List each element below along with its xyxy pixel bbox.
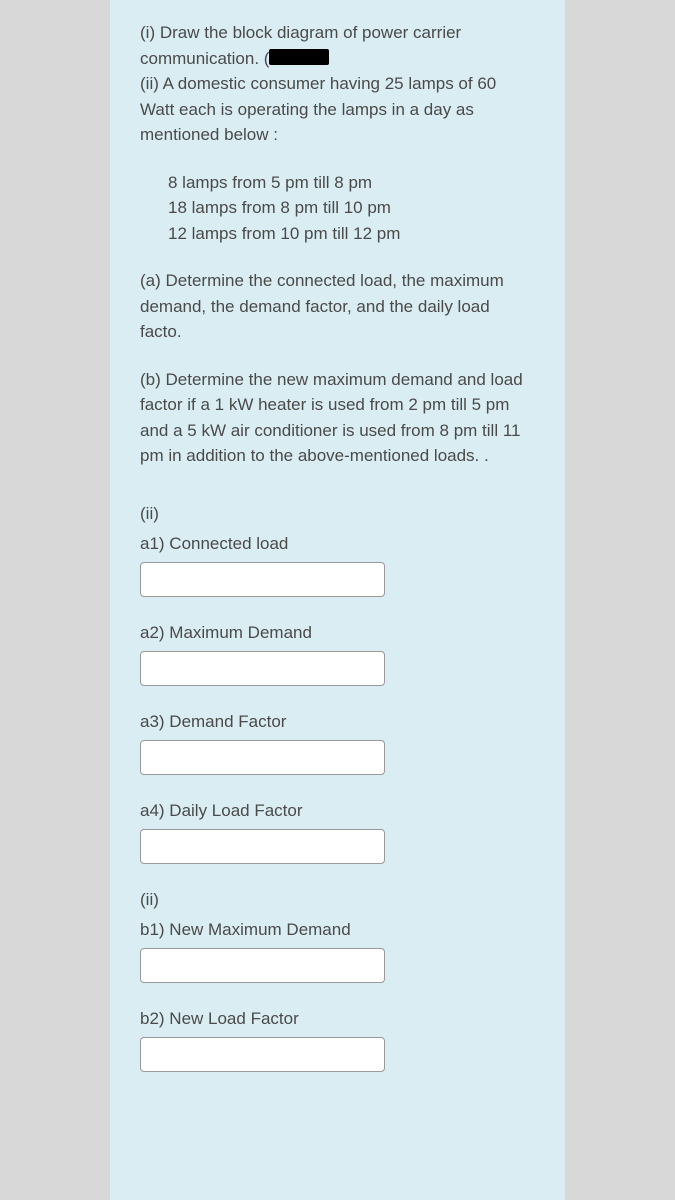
- a2-input[interactable]: [140, 651, 385, 686]
- b2-input[interactable]: [140, 1037, 385, 1072]
- answer-group-a4: a4) Daily Load Factor: [140, 801, 535, 864]
- question-text-block: (i) Draw the block diagram of power carr…: [140, 20, 535, 469]
- redaction-mark: [269, 49, 329, 65]
- question-container: (i) Draw the block diagram of power carr…: [110, 0, 565, 1200]
- question-part-a: (a) Determine the connected load, the ma…: [140, 268, 535, 345]
- schedule-line-2: 18 lamps from 8 pm till 10 pm: [168, 198, 391, 217]
- answer-group-a3: a3) Demand Factor: [140, 712, 535, 775]
- answer-group-a2: a2) Maximum Demand: [140, 623, 535, 686]
- b2-label: b2) New Load Factor: [140, 1009, 535, 1029]
- answer-group-a1: a1) Connected load: [140, 534, 535, 597]
- answer-group-b1: b1) New Maximum Demand: [140, 920, 535, 983]
- answer-group-b2: b2) New Load Factor: [140, 1009, 535, 1072]
- question-part-b: (b) Determine the new maximum demand and…: [140, 367, 535, 469]
- schedule-line-1: 8 lamps from 5 pm till 8 pm: [168, 173, 372, 192]
- a1-label: a1) Connected load: [140, 534, 535, 554]
- a4-input[interactable]: [140, 829, 385, 864]
- section-ii-header-b: (ii): [140, 890, 535, 910]
- a4-label: a4) Daily Load Factor: [140, 801, 535, 821]
- question-part-ii-intro: (ii) A domestic consumer having 25 lamps…: [140, 71, 535, 148]
- question-part-i: (i) Draw the block diagram of power carr…: [140, 20, 535, 71]
- a2-label: a2) Maximum Demand: [140, 623, 535, 643]
- section-ii-header: (ii): [140, 504, 535, 524]
- lamp-schedule: 8 lamps from 5 pm till 8 pm 18 lamps fro…: [140, 170, 535, 247]
- b1-input[interactable]: [140, 948, 385, 983]
- answer-section: (ii) a1) Connected load a2) Maximum Dema…: [140, 504, 535, 1072]
- b1-label: b1) New Maximum Demand: [140, 920, 535, 940]
- a3-label: a3) Demand Factor: [140, 712, 535, 732]
- a3-input[interactable]: [140, 740, 385, 775]
- schedule-line-3: 12 lamps from 10 pm till 12 pm: [168, 224, 400, 243]
- a1-input[interactable]: [140, 562, 385, 597]
